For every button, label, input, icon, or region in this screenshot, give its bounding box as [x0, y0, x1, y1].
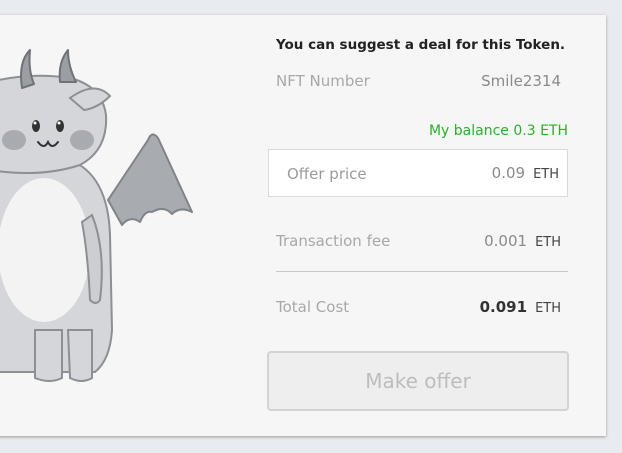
- offer-price-value-wrap: 0.09 ETH: [492, 164, 559, 182]
- transaction-fee-unit: ETH: [535, 235, 561, 250]
- offer-price-label: Offer price: [287, 165, 367, 183]
- offer-price-input[interactable]: Offer price 0.09 ETH: [268, 149, 568, 197]
- total-cost-value: 0.091: [479, 298, 528, 316]
- offer-headline: You can suggest a deal for this Token.: [276, 37, 566, 53]
- transaction-fee-label: Transaction fee: [276, 232, 391, 250]
- total-cost-label: Total Cost: [276, 298, 350, 316]
- balance-text: My balance 0.3 ETH: [428, 123, 568, 139]
- total-cost-value-wrap: 0.091 ETH: [480, 298, 561, 316]
- offer-price-value: 0.09: [491, 164, 526, 182]
- make-offer-button[interactable]: Make offer: [267, 351, 569, 411]
- nft-number-label: NFT Number: [276, 72, 370, 90]
- offer-price-unit: ETH: [533, 167, 559, 182]
- nft-number-value: Smile2314: [481, 72, 561, 90]
- divider: [276, 271, 568, 272]
- transaction-fee-value: 0.001: [484, 232, 528, 250]
- total-cost-unit: ETH: [535, 301, 561, 316]
- transaction-fee-value-wrap: 0.001 ETH: [484, 232, 561, 250]
- offer-panel: You can suggest a deal for this Token. N…: [0, 0, 622, 453]
